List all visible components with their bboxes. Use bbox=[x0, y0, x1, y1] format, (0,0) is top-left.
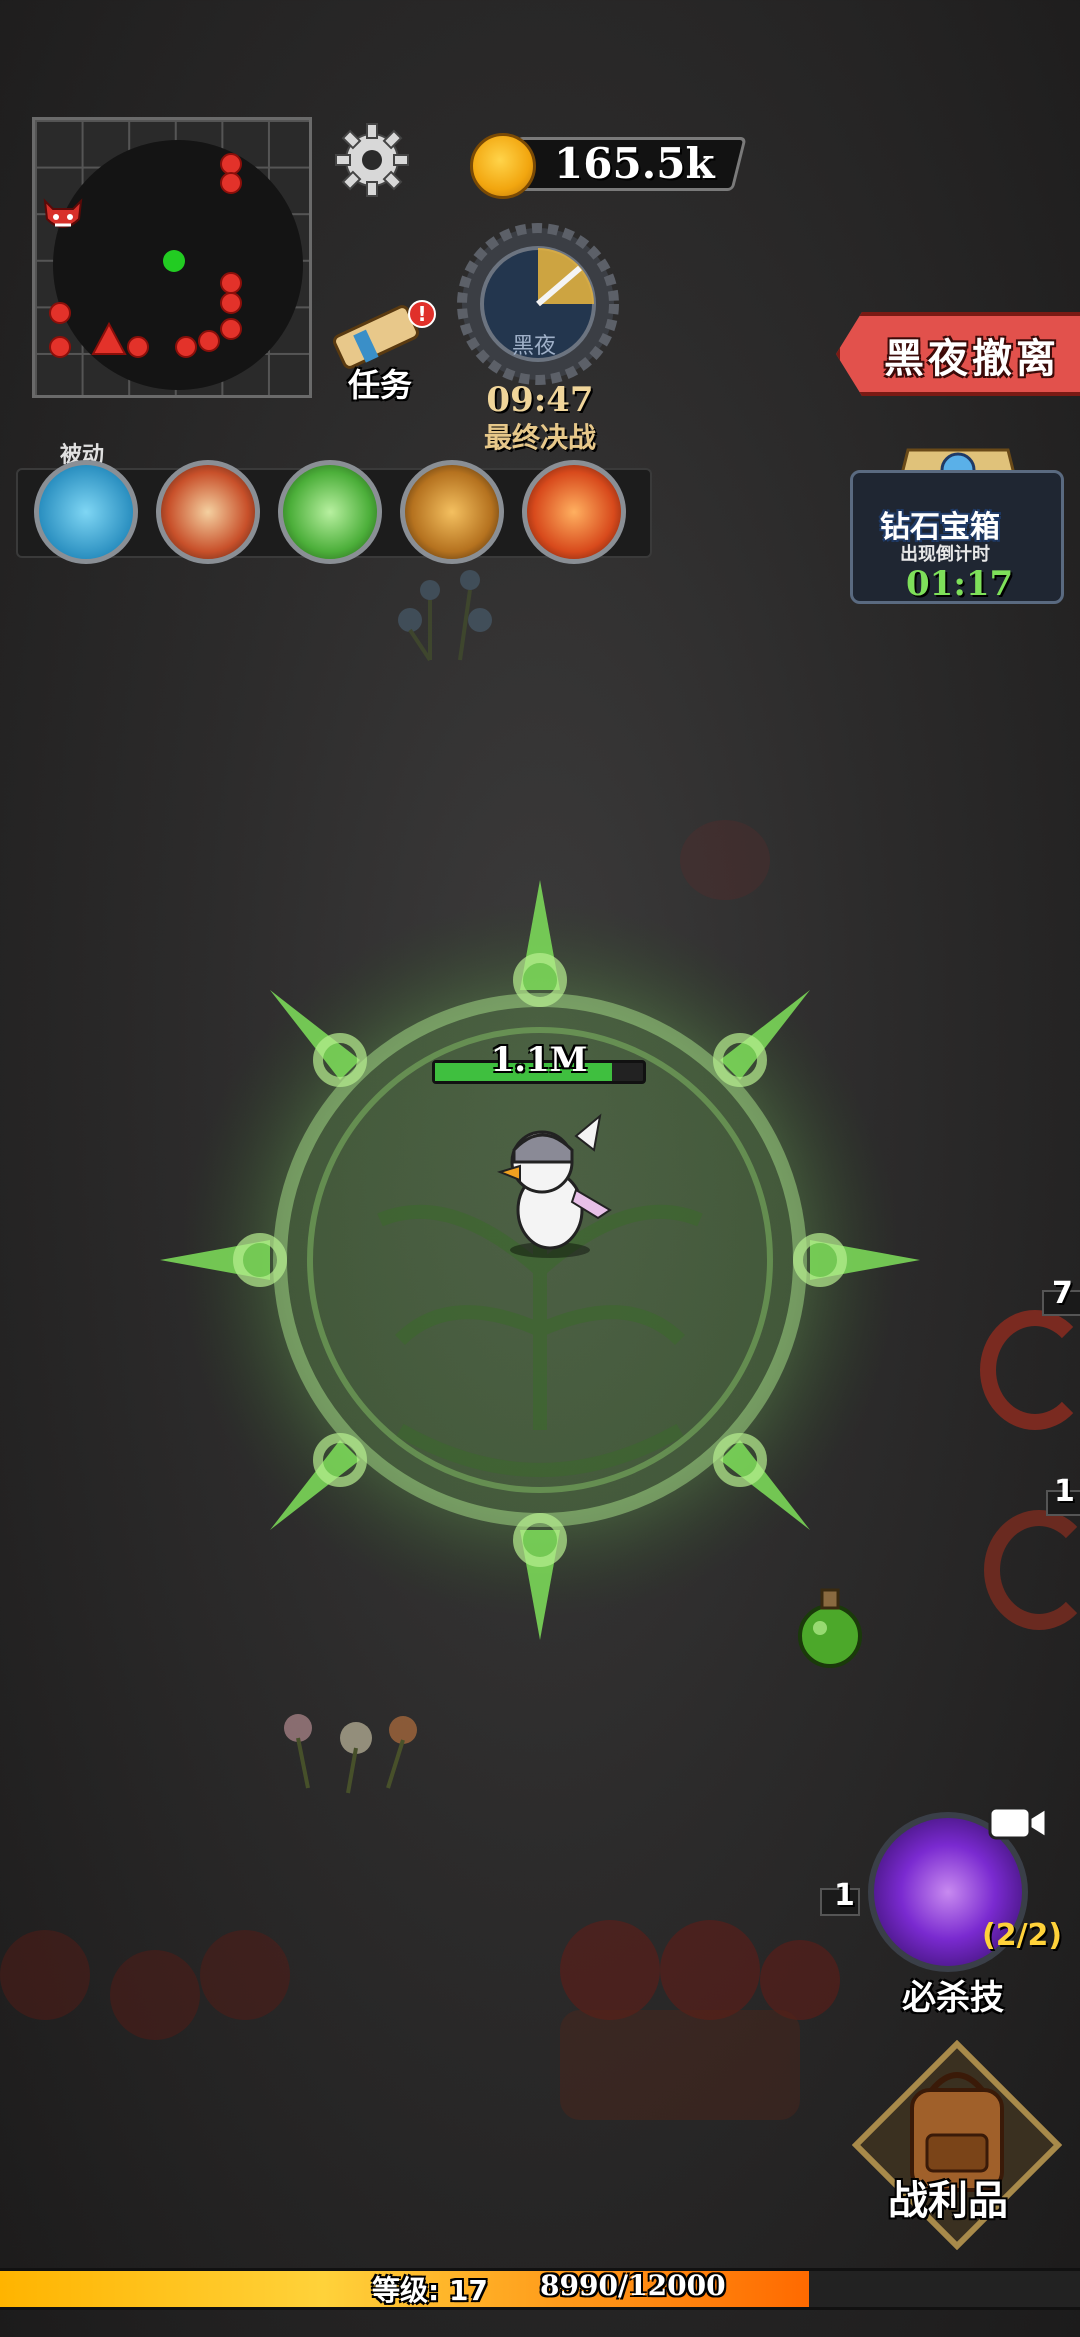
minimap-enemy-marker bbox=[49, 336, 71, 358]
leaf-shield-skill-icon[interactable] bbox=[278, 460, 382, 564]
hero-hp-text: 1.1M bbox=[490, 1040, 588, 1080]
player-level: 等级: 17 bbox=[372, 2274, 488, 2307]
enemy-level: 1 bbox=[1054, 1474, 1075, 1509]
enemy: 7 bbox=[980, 1276, 1080, 1440]
loot-label: 战利品 bbox=[888, 2178, 1008, 2224]
task-label: 任务 bbox=[348, 366, 413, 404]
duck-hero-icon bbox=[496, 1113, 612, 1258]
minimap[interactable] bbox=[32, 117, 312, 398]
chest-subtitle: 出现倒计时 bbox=[900, 544, 990, 565]
coin-counter: 165.5k bbox=[470, 133, 748, 199]
loot-button[interactable]: 战利品 bbox=[851, 2039, 1063, 2260]
minimap-enemy-marker bbox=[198, 330, 220, 352]
ultimate-skill-button[interactable]: (2/2) 必杀技 bbox=[858, 1800, 1062, 2018]
gold-coin-icon bbox=[470, 133, 536, 199]
clock-subtitle: 最终决战 bbox=[483, 421, 596, 454]
minimap-enemy-marker bbox=[127, 336, 149, 358]
minimap-enemy-marker bbox=[49, 302, 71, 324]
nature-aura-field bbox=[160, 880, 920, 1640]
minimap-enemy-marker bbox=[220, 292, 242, 314]
night-clock: 黑夜 09:47 最终决战 bbox=[452, 220, 628, 454]
coin-amount: 165.5k bbox=[554, 139, 715, 188]
minimap-elite-marker bbox=[91, 321, 127, 355]
experience-bar: 等级: 17 8990/12000 bbox=[0, 2268, 1080, 2310]
flame-skill-icon[interactable] bbox=[400, 460, 504, 564]
minimap-player-marker bbox=[163, 250, 185, 272]
video-camera-icon[interactable] bbox=[988, 1800, 1048, 1844]
minimap-enemy-marker bbox=[220, 272, 242, 294]
evac-label: 黑夜撤离 bbox=[884, 336, 1060, 382]
enemy-level: 7 bbox=[1052, 1276, 1073, 1311]
chest-countdown: 01:17 bbox=[906, 564, 1014, 604]
settings-gear-icon[interactable] bbox=[332, 120, 412, 200]
experience-progress: 8990/12000 bbox=[540, 2269, 726, 2302]
diamond-chest-timer[interactable]: 钻石宝箱 出现倒计时 01:17 bbox=[850, 430, 1064, 604]
minimap-enemy-marker bbox=[220, 318, 242, 340]
fire-bell-skill-icon[interactable] bbox=[522, 460, 626, 564]
enemy-level: 1 bbox=[834, 1878, 855, 1913]
spirit-skill-icon[interactable] bbox=[34, 460, 138, 564]
fire-fox-skill-icon[interactable] bbox=[156, 460, 260, 564]
clock-phase: 黑夜 bbox=[512, 334, 557, 359]
flower-decoration-icon bbox=[398, 570, 492, 662]
clock-time: 09:47 bbox=[486, 380, 594, 420]
enemy: 1 bbox=[984, 1474, 1080, 1640]
potion-icon bbox=[798, 1588, 862, 1668]
night-evacuation-button[interactable]: 黑夜撤离 bbox=[836, 312, 1080, 396]
ultimate-charges: (2/2) bbox=[982, 1918, 1063, 1953]
minimap-enemy-marker bbox=[220, 172, 242, 194]
boss-icon bbox=[43, 198, 83, 228]
ultimate-label: 必杀技 bbox=[902, 1978, 1004, 2018]
flower-decoration-icon bbox=[284, 1714, 417, 1794]
svg-text:!: ! bbox=[417, 302, 426, 326]
task-button[interactable]: ! 任务 bbox=[326, 300, 436, 410]
clock-dial-icon bbox=[457, 223, 619, 385]
minimap-enemy-marker bbox=[175, 336, 197, 358]
